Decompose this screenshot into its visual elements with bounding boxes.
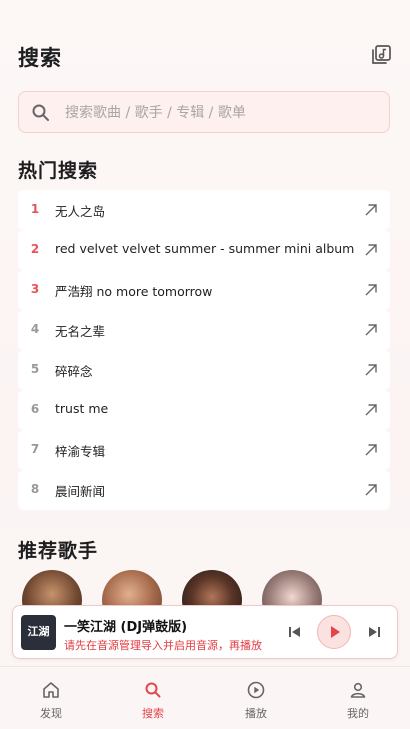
tab-label: 搜索 [142,707,164,720]
arrow-up-right-icon [365,284,377,296]
mini-player[interactable]: 江湖 一笑江湖 (DJ弹鼓版) 请先在音源管理导入并启用音源，再播放 [12,605,398,659]
hot-search-item[interactable]: 1 无人之岛 [18,190,390,230]
rank-number: 1 [30,202,40,216]
rank-number: 6 [30,402,40,416]
hot-search-title: 热门搜索 [18,160,99,182]
music-library-icon [372,45,391,64]
rank-number: 8 [30,482,40,496]
previous-icon [289,627,300,637]
tab-playing[interactable]: 播放 [205,667,307,729]
arrow-up-right-icon [365,324,377,336]
user-icon [350,682,366,698]
hot-keyword: 碎碎念 [55,364,93,379]
rank-number: 4 [30,322,40,336]
hot-search-item[interactable]: 2 red velvet velvet summer - summer mini… [18,230,390,270]
hot-search-item[interactable]: 3 严浩翔 no more tomorrow [18,270,390,310]
hot-search-item[interactable]: 4 无名之辈 [18,310,390,350]
rank-number: 7 [30,442,40,456]
hot-keyword: 晨间新闻 [55,484,106,499]
arrow-up-right-icon [365,204,377,216]
next-icon [369,627,380,637]
hot-keyword: 严浩翔 no more tomorrow [55,284,213,299]
arrow-up-right-icon [365,484,377,496]
hot-search-item[interactable]: 6 trust me [18,390,390,430]
page-header: 搜索 [18,40,392,72]
track-title: 一笑江湖 (DJ弹鼓版) [64,620,188,635]
search-input[interactable] [63,100,367,126]
hot-keyword: 梓渝专辑 [55,444,106,459]
album-cover[interactable]: 江湖 [21,615,56,650]
page-title: 搜索 [18,46,62,70]
hot-keyword: red velvet velvet summer - summer mini a… [55,241,355,256]
play-button[interactable] [317,615,351,649]
arrow-up-right-icon [365,444,377,456]
tab-label: 播放 [245,707,267,720]
previous-button[interactable] [283,620,307,644]
rank-number: 3 [30,282,40,296]
recommended-singers-title: 推荐歌手 [18,540,99,562]
arrow-up-right-icon [365,364,377,376]
hot-search-list: 1 无人之岛 2 red velvet velvet summer - summ… [18,190,390,510]
tab-search[interactable]: 搜索 [102,667,204,729]
arrow-up-right-icon [365,404,377,416]
next-button[interactable] [362,620,386,644]
search-icon [145,682,161,698]
hot-keyword: trust me [55,401,109,416]
tab-label: 发现 [40,707,62,720]
hot-search-item[interactable]: 5 碎碎念 [18,350,390,390]
home-icon [43,682,59,698]
source-warning: 请先在音源管理导入并启用音源，再播放 [64,639,262,652]
tab-label: 我的 [347,707,369,720]
hot-search-item[interactable]: 8 晨间新闻 [18,470,390,510]
hot-keyword: 无名之辈 [55,324,106,339]
hot-search-item[interactable]: 7 梓渝专辑 [18,430,390,470]
arrow-up-right-icon [365,244,377,256]
tab-mine[interactable]: 我的 [307,667,409,729]
search-box[interactable] [18,91,390,133]
bottom-tab-bar: 发现 搜索 播放 我的 [0,666,410,729]
play-circle-icon [247,681,265,699]
search-icon [32,104,49,121]
tab-discover[interactable]: 发现 [0,667,102,729]
cover-text: 江湖 [27,625,50,638]
rank-number: 5 [30,362,40,376]
music-library-button[interactable] [370,44,392,66]
rank-number: 2 [30,242,40,256]
play-icon [331,626,340,638]
hot-keyword: 无人之岛 [55,204,106,219]
